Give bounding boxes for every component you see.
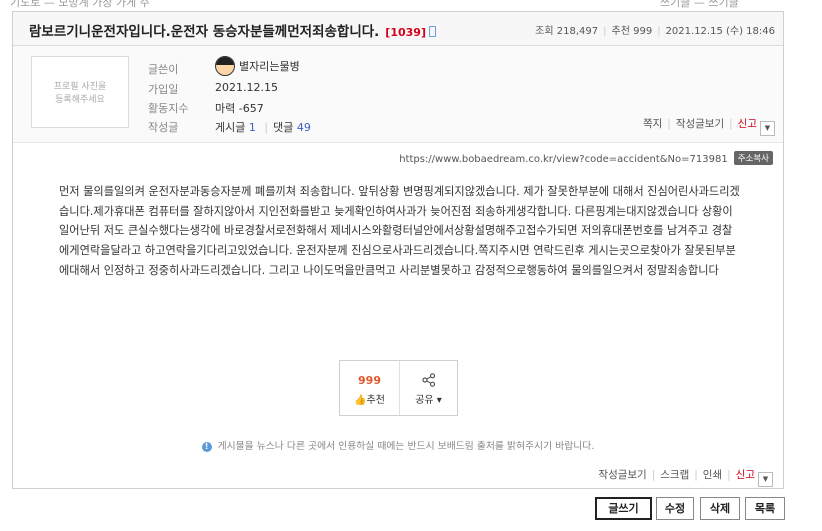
report-link[interactable]: 신고 — [738, 118, 757, 130]
recommend-button[interactable]: 999 👍추천 — [340, 361, 400, 415]
views-label: 조회 — [535, 26, 554, 37]
posts-count[interactable]: 1 — [249, 121, 256, 134]
post-stats: 조회 218,497 | 추천 999 | 2021.12.15 (수) 18:46 — [535, 26, 775, 37]
chevron-down-icon[interactable]: ▼ — [760, 121, 775, 136]
scrap-link[interactable]: 스크랩 — [660, 469, 689, 481]
likes-count: 999 — [633, 26, 653, 37]
activity-score: 마력 -657 — [215, 102, 264, 115]
label-posts: 작성글 — [148, 121, 179, 134]
post-container: 람보르기니운전자입니다.운전자 동승자분들께먼저죄송합니다. [1039] 조회 … — [12, 11, 784, 489]
views-count: 218,497 — [556, 26, 599, 37]
edit-button[interactable]: 수정 — [656, 497, 694, 520]
avatar-icon — [215, 56, 235, 76]
view-posts-link[interactable]: 작성글보기 — [676, 118, 724, 130]
report-link-bottom[interactable]: 신고 — [736, 469, 755, 481]
label-activity: 활동지수 — [148, 102, 189, 115]
recommend-label-wrap: 👍추천 — [340, 391, 399, 406]
comments-count-link[interactable]: 49 — [297, 121, 311, 134]
post-title: 람보르기니운전자입니다.운전자 동승자분들께먼저죄송합니다. [1039] — [29, 20, 436, 40]
author-nickname-wrap[interactable]: 별자리는물병 — [215, 56, 300, 76]
post-header: 람보르기니운전자입니다.운전자 동승자분들께먼저죄송합니다. [1039] 조회 … — [13, 12, 783, 46]
top-strip-left: 기도로 — 모방계 가장 가게 주 — [10, 0, 150, 8]
delete-button-label: 삭제 — [709, 502, 731, 515]
list-button-label: 목록 — [754, 502, 776, 515]
copy-url-button[interactable]: 주소복사 — [733, 151, 773, 165]
delete-button[interactable]: 삭제 — [700, 497, 740, 520]
comments-label: 댓글 — [273, 121, 294, 134]
author-nickname[interactable]: 별자리는물병 — [239, 60, 300, 73]
likes-label: 추천 — [611, 26, 630, 37]
mobile-icon — [428, 26, 436, 37]
recommend-label: 추천 — [366, 395, 385, 406]
view-posts-link-bottom[interactable]: 작성글보기 — [598, 469, 646, 481]
join-date: 2021.12.15 — [215, 81, 278, 94]
print-link[interactable]: 인쇄 — [703, 469, 722, 481]
comment-count[interactable]: [1039] — [385, 26, 426, 39]
top-strip: 기도로 — 모방계 가장 가게 주 쓰기글 — 쓰기글 — [0, 0, 822, 8]
bottom-actions: 작성글보기 | 스크랩 | 인쇄 | 신고 ▼ — [598, 467, 773, 487]
profile-photo-placeholder: 프로필 사진을 등록해주세요 — [31, 56, 129, 128]
url-line: https://www.bobaedream.co.kr/view?code=a… — [399, 151, 773, 165]
photo-placeholder-line1: 프로필 사진을 — [53, 82, 107, 92]
message-link[interactable]: 쪽지 — [643, 118, 662, 130]
write-button[interactable]: 글쓰기 — [595, 497, 652, 520]
author-panel: 프로필 사진을 등록해주세요 글쓴이 가입일 활동지수 작성글 별자리는물병 2… — [13, 46, 783, 143]
notice-text: 게시물을 뉴스나 다른 곳에서 인용하실 때에는 반드시 보배드림 출처를 밝혀… — [217, 441, 595, 452]
write-button-label: 글쓰기 — [608, 502, 639, 515]
post-url: https://www.bobaedream.co.kr/view?code=a… — [399, 154, 728, 165]
post-body: 먼저 물의를일의켜 운전자분과동승자분께 폐를끼쳐 죄송합니다. 앞뒤상황 변명… — [59, 185, 740, 277]
posts-label: 게시글 — [215, 121, 246, 134]
info-icon: ! — [201, 442, 212, 452]
label-writer: 글쓴이 — [148, 63, 179, 76]
thumbs-up-icon: 👍 — [354, 395, 367, 406]
post-date: 2021.12.15 (수) 18:46 — [665, 26, 775, 37]
chevron-down-icon[interactable]: ▼ — [758, 472, 773, 487]
edit-button-label: 수정 — [664, 502, 686, 515]
recommend-box: 999 👍추천 공유 ▾ — [339, 360, 458, 416]
author-actions: 쪽지 | 작성글보기 | 신고 ▼ — [643, 116, 775, 136]
post-title-text: 람보르기니운전자입니다.운전자 동승자분들께먼저죄송합니다. — [29, 24, 380, 40]
photo-placeholder-line2: 등록해주세요 — [55, 95, 105, 105]
recommend-count: 999 — [358, 374, 381, 387]
top-strip-right: 쓰기글 — 쓰기글 — [660, 0, 739, 8]
list-button[interactable]: 목록 — [745, 497, 785, 520]
share-label: 공유 ▾ — [415, 395, 442, 406]
share-button[interactable]: 공유 ▾ — [400, 361, 457, 415]
label-join-date: 가입일 — [148, 83, 179, 96]
post-comment-counts: 게시글 1 | 댓글 49 — [215, 121, 311, 134]
share-icon — [421, 373, 435, 387]
source-notice: ! 게시물을 뉴스나 다른 곳에서 인용하실 때에는 반드시 보배드림 출처를 밝… — [13, 438, 783, 452]
